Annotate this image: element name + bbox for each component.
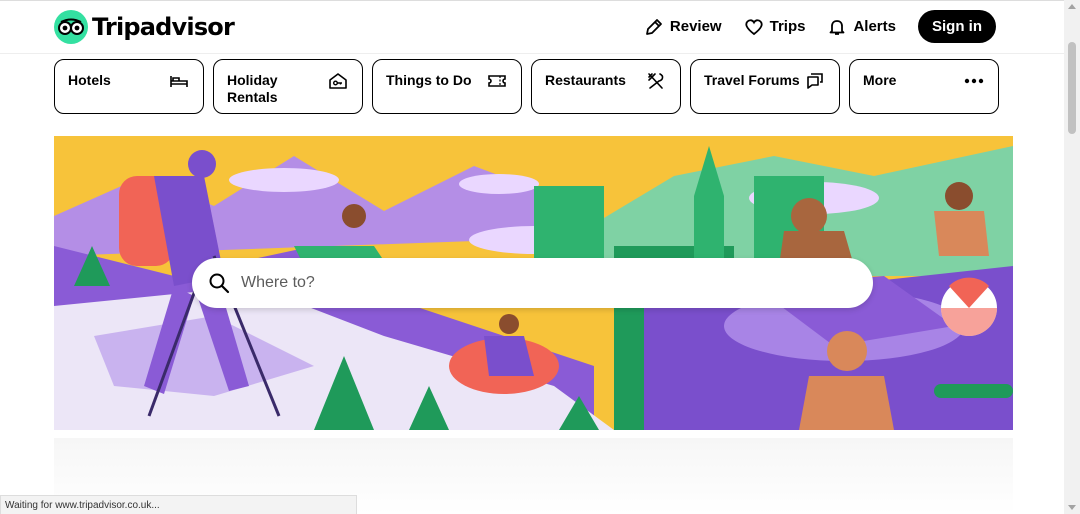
owl-eyes-icon <box>54 10 88 44</box>
category-label: Travel Forums <box>704 72 800 88</box>
category-more[interactable]: More <box>849 59 999 114</box>
tripadvisor-logo[interactable]: Tripadvisor <box>54 10 235 44</box>
search-icon <box>209 273 230 294</box>
sign-in-button[interactable]: Sign in <box>918 10 996 43</box>
category-label: More <box>863 72 897 88</box>
category-tabs: Hotels Holiday Rentals Things to Do Rest… <box>54 59 999 114</box>
scroll-down-arrow-icon[interactable] <box>1068 505 1076 510</box>
category-restaurants[interactable]: Restaurants <box>531 59 681 114</box>
nav-alerts[interactable]: Alerts <box>827 17 896 37</box>
nav-trips[interactable]: Trips <box>744 17 806 37</box>
search-bar[interactable] <box>192 258 873 308</box>
cutlery-icon <box>648 73 664 89</box>
pencil-icon <box>646 18 662 35</box>
more-dots-icon <box>964 78 984 84</box>
chat-bubbles-icon <box>807 73 823 89</box>
nav-alerts-label: Alerts <box>853 18 896 35</box>
category-label: Things to Do <box>386 72 472 88</box>
browser-status-bar: Waiting for www.tripadvisor.co.uk... <box>0 495 357 514</box>
brand-name: Tripadvisor <box>92 13 235 41</box>
nav-review[interactable]: Review <box>644 17 722 37</box>
top-nav: Review Trips Alerts Sign in <box>644 10 996 43</box>
search-input[interactable] <box>239 273 843 293</box>
category-holiday-rentals[interactable]: Holiday Rentals <box>213 59 363 114</box>
house-key-icon <box>329 73 347 89</box>
category-hotels[interactable]: Hotels <box>54 59 204 114</box>
scroll-thumb[interactable] <box>1068 42 1076 134</box>
bell-icon <box>830 19 845 35</box>
ticket-icon <box>488 75 506 87</box>
bed-icon <box>170 76 188 87</box>
nav-trips-label: Trips <box>769 18 806 35</box>
category-label: Hotels <box>68 72 111 88</box>
nav-review-label: Review <box>669 18 722 35</box>
category-label: Holiday Rentals <box>227 72 278 105</box>
scroll-up-arrow-icon[interactable] <box>1068 4 1076 9</box>
category-things-to-do[interactable]: Things to Do <box>372 59 522 114</box>
category-travel-forums[interactable]: Travel Forums <box>690 59 840 114</box>
category-label: Restaurants <box>545 72 626 88</box>
header: Tripadvisor Review Trips Alerts Sign in <box>0 0 1064 54</box>
page-scrollbar[interactable] <box>1064 0 1080 514</box>
heart-icon <box>745 18 763 35</box>
